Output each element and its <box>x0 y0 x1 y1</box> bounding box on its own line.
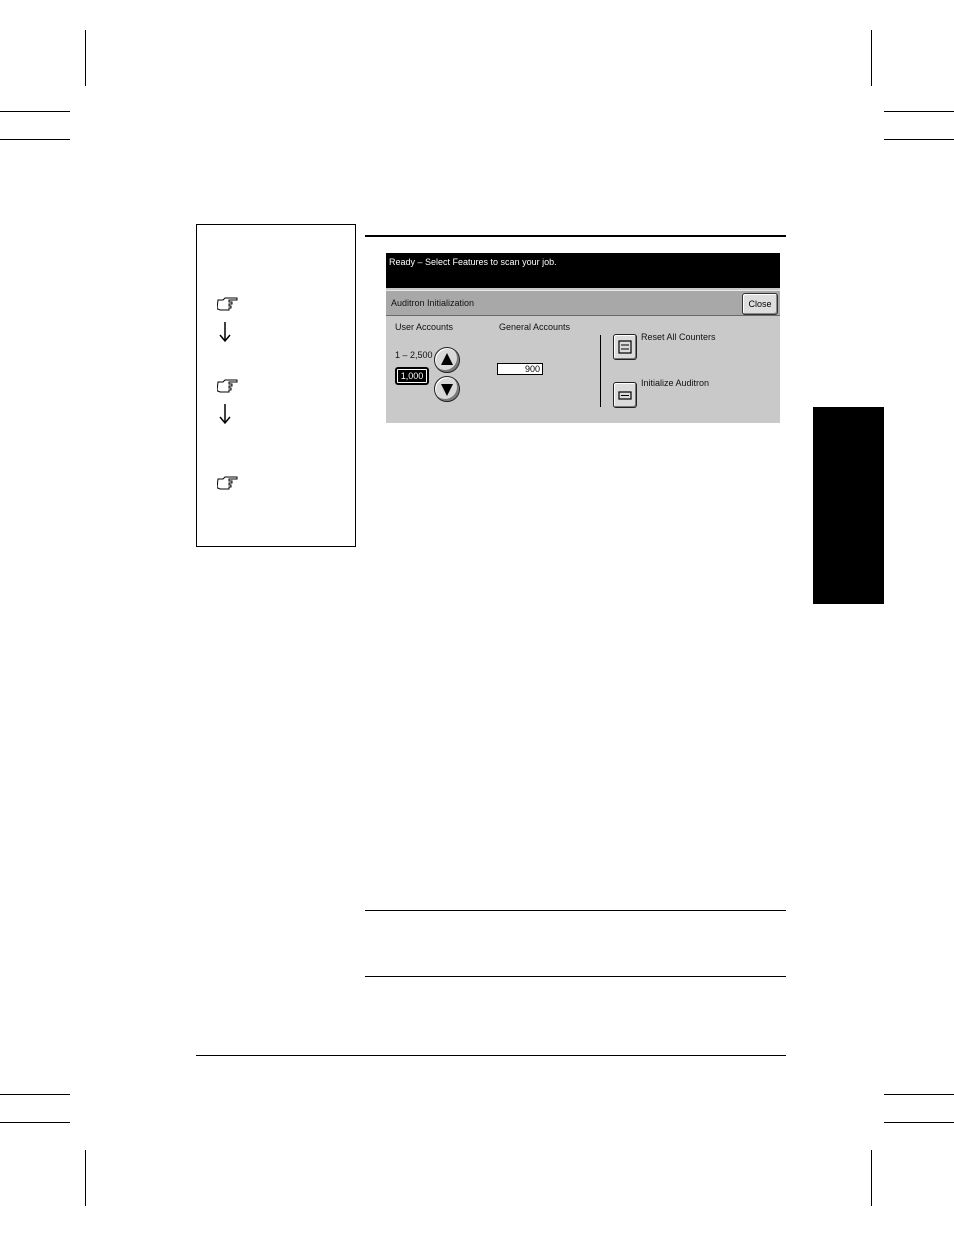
reset-counters-label: Reset All Counters <box>641 332 716 342</box>
screen-title: Auditron Initialization <box>391 298 475 308</box>
pointing-hand-icon <box>217 297 238 311</box>
arrow-down-icon <box>441 384 453 396</box>
initialize-icon <box>618 391 632 400</box>
crop-mark <box>884 1094 954 1095</box>
crop-mark <box>85 1150 86 1206</box>
pointing-hand-icon <box>217 476 238 490</box>
crop-mark <box>0 1122 70 1123</box>
crop-mark <box>871 30 872 86</box>
crop-mark <box>884 111 954 112</box>
note-rule-bottom <box>365 976 786 977</box>
crop-mark <box>0 111 70 112</box>
section-rule <box>365 235 786 237</box>
increase-button[interactable] <box>434 347 460 373</box>
crop-mark <box>0 1094 70 1095</box>
message-bar: Ready – Select Features to scan your job… <box>386 253 780 288</box>
crop-mark <box>871 1150 872 1206</box>
counter-icon <box>618 340 632 354</box>
crop-mark <box>884 139 954 140</box>
arrow-down-icon <box>219 404 231 425</box>
crop-mark <box>884 1122 954 1123</box>
title-bar: Auditron Initialization Close <box>386 290 780 316</box>
decrease-button[interactable] <box>434 376 460 402</box>
touch-screen: Ready – Select Features to scan your job… <box>386 253 780 423</box>
section-tab <box>813 407 884 604</box>
user-accounts-range: 1 – 2,500 <box>395 350 433 360</box>
pointing-hand-icon <box>217 379 238 393</box>
close-button[interactable]: Close <box>742 293 778 315</box>
footer-rule <box>196 1055 786 1056</box>
user-accounts-label: User Accounts <box>395 322 454 332</box>
crop-mark <box>85 30 86 86</box>
arrow-up-icon <box>441 353 453 365</box>
reset-counters-button[interactable] <box>613 334 637 360</box>
note-rule-top <box>365 910 786 911</box>
initialize-auditron-button[interactable] <box>613 382 637 408</box>
general-accounts-field[interactable]: 900 <box>497 363 543 375</box>
divider <box>600 335 601 407</box>
general-accounts-label: General Accounts <box>499 322 571 332</box>
arrow-down-icon <box>219 322 231 343</box>
crop-mark <box>0 139 70 140</box>
user-accounts-value: 1,000 <box>395 367 429 385</box>
initialize-auditron-label: Initialize Auditron <box>641 378 710 388</box>
user-accounts-value-text: 1,000 <box>398 370 426 382</box>
step-box <box>196 224 356 547</box>
